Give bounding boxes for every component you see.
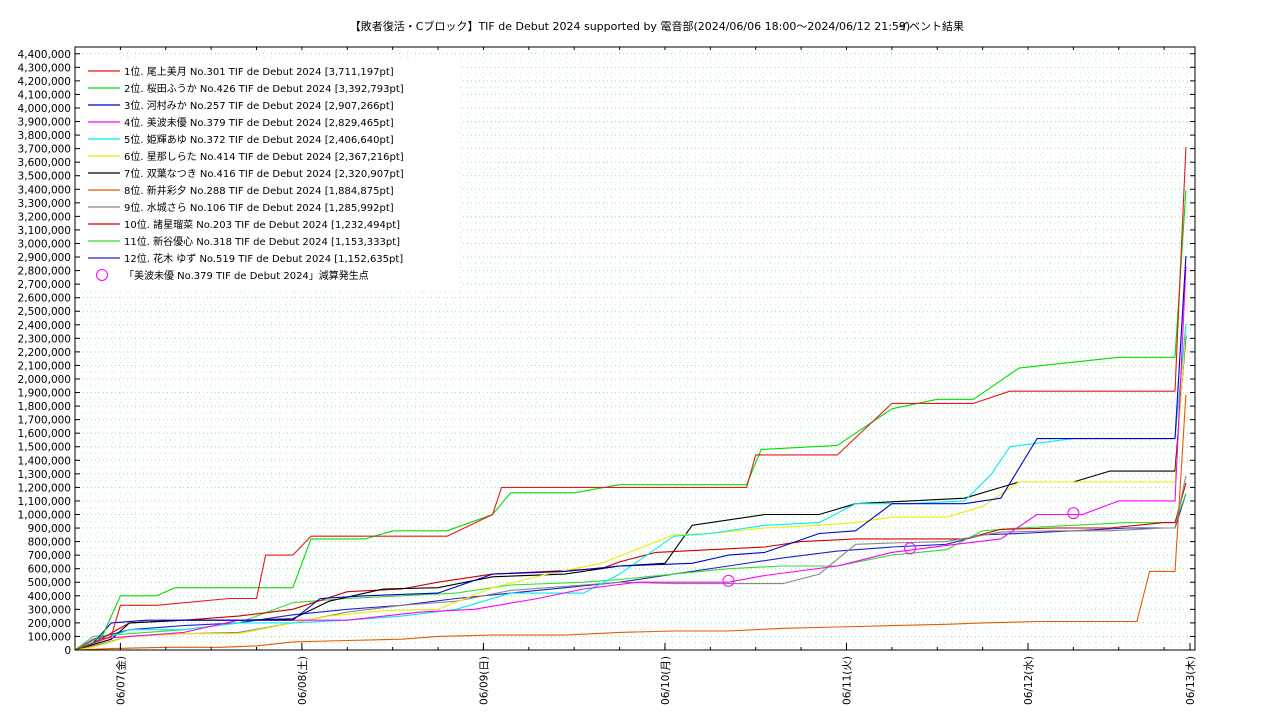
y-tick-label: 3,900,000 xyxy=(18,117,71,129)
legend-entry: 9位. 水城さら No.106 TIF de Debut 2024 [1,285… xyxy=(124,201,394,214)
y-tick-label: 4,100,000 xyxy=(18,89,71,101)
legend-marker-entry: 「美波未優 No.379 TIF de Debut 2024」減算発生点 xyxy=(124,269,369,282)
y-tick-label: 2,300,000 xyxy=(18,333,71,345)
x-tick-label: 06/13(木) xyxy=(1185,656,1197,705)
y-tick-label: 2,900,000 xyxy=(18,252,71,264)
y-tick-label: 4,400,000 xyxy=(18,49,71,61)
y-tick-label: 2,400,000 xyxy=(18,320,71,332)
y-tick-label: 500,000 xyxy=(28,577,71,589)
y-tick-label: 4,000,000 xyxy=(18,103,71,115)
legend-entry: 11位. 新谷優心 No.318 TIF de Debut 2024 [1,15… xyxy=(124,235,400,248)
x-tick-label: 06/09(日) xyxy=(478,656,490,705)
x-tick-label: 06/12(水) xyxy=(1023,656,1035,705)
legend-entry: 1位. 尾上美月 No.301 TIF de Debut 2024 [3,711… xyxy=(124,65,394,78)
legend-entry: 7位. 双葉なつき No.416 TIF de Debut 2024 [2,32… xyxy=(124,167,404,180)
y-tick-label: 900,000 xyxy=(28,523,71,535)
legend: 1位. 尾上美月 No.301 TIF de Debut 2024 [3,711… xyxy=(80,60,460,290)
y-tick-label: 1,500,000 xyxy=(18,442,71,454)
legend-entry: 10位. 諸星瑠菜 No.203 TIF de Debut 2024 [1,23… xyxy=(124,218,400,231)
legend-entry: 3位. 河村みか No.257 TIF de Debut 2024 [2,907… xyxy=(124,99,394,112)
x-tick-label: 06/08(土) xyxy=(296,656,309,705)
legend-entry: 4位. 美波未優 No.379 TIF de Debut 2024 [2,829… xyxy=(124,116,394,129)
y-tick-label: 3,500,000 xyxy=(18,171,71,183)
y-tick-label: 100,000 xyxy=(28,631,71,643)
y-tick-label: 3,600,000 xyxy=(18,157,71,169)
y-tick-label: 200,000 xyxy=(28,618,71,630)
y-tick-label: 2,200,000 xyxy=(18,347,71,359)
legend-entry: 5位. 姫輝あゆ No.372 TIF de Debut 2024 [2,406… xyxy=(124,133,394,146)
legend-entry: 2位. 桜田ふうか No.426 TIF de Debut 2024 [3,39… xyxy=(124,82,404,95)
y-tick-label: 1,800,000 xyxy=(18,401,71,413)
chart-title-suffix: イベント結果 xyxy=(898,19,964,33)
y-tick-label: 3,000,000 xyxy=(18,238,71,250)
y-tick-label: 800,000 xyxy=(28,537,71,549)
y-tick-label: 1,000,000 xyxy=(18,509,71,521)
y-tick-label: 2,500,000 xyxy=(18,306,71,318)
y-tick-label: 700,000 xyxy=(28,550,71,562)
y-tick-label: 300,000 xyxy=(28,604,71,616)
y-tick-label: 1,200,000 xyxy=(18,482,71,494)
y-tick-label: 3,300,000 xyxy=(18,198,71,210)
y-tick-label: 1,900,000 xyxy=(18,388,71,400)
chart: 【敗者復活・Cブロック】TIF de Debut 2024 supported … xyxy=(18,19,1197,705)
y-tick-label: 1,400,000 xyxy=(18,455,71,467)
y-tick-label: 3,100,000 xyxy=(18,225,71,237)
y-tick-label: 2,800,000 xyxy=(18,266,71,278)
y-tick-label: 3,700,000 xyxy=(18,144,71,156)
decrease-marker xyxy=(1067,507,1080,520)
y-tick-label: 1,700,000 xyxy=(18,415,71,427)
chart-title: 【敗者復活・Cブロック】TIF de Debut 2024 supported … xyxy=(350,19,910,33)
y-tick-label: 2,100,000 xyxy=(18,360,71,372)
y-tick-label: 1,100,000 xyxy=(18,496,71,508)
y-tick-label: 3,400,000 xyxy=(18,184,71,196)
x-tick-label: 06/07(金) xyxy=(114,656,127,705)
y-tick-label: 4,300,000 xyxy=(18,62,71,74)
y-tick-label: 0 xyxy=(64,645,71,657)
y-tick-label: 3,200,000 xyxy=(18,211,71,223)
y-tick-label: 3,800,000 xyxy=(18,130,71,142)
legend-entry: 12位. 花木 ゆず No.519 TIF de Debut 2024 [1,1… xyxy=(124,252,403,265)
y-tick-label: 4,200,000 xyxy=(18,76,71,88)
y-tick-label: 400,000 xyxy=(28,591,71,603)
x-tick-label: 06/10(月) xyxy=(660,656,672,705)
legend-entry: 8位. 新井彩夕 No.288 TIF de Debut 2024 [1,884… xyxy=(124,184,394,197)
decrease-marker xyxy=(722,574,735,587)
y-tick-label: 600,000 xyxy=(28,564,71,576)
y-tick-label: 2,600,000 xyxy=(18,293,71,305)
y-tick-label: 2,700,000 xyxy=(18,279,71,291)
legend-entry: 6位. 星那しらた No.414 TIF de Debut 2024 [2,36… xyxy=(124,150,404,163)
y-tick-label: 2,000,000 xyxy=(18,374,71,386)
x-tick-label: 06/11(火) xyxy=(841,656,853,705)
y-tick-label: 1,300,000 xyxy=(18,469,71,481)
y-tick-label: 1,600,000 xyxy=(18,428,71,440)
